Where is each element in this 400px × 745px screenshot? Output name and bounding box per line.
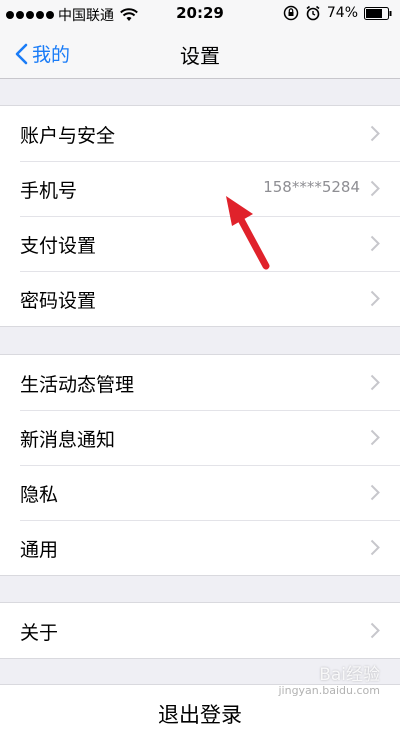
settings-group-account: 账户与安全 手机号 158****5284 支付设置 密码设置 bbox=[0, 105, 400, 327]
status-bar: 中国联通 20:29 74% bbox=[0, 0, 400, 28]
row-label: 通用 bbox=[20, 539, 59, 561]
row-label: 新消息通知 bbox=[20, 429, 116, 451]
chevron-right-icon bbox=[370, 125, 380, 142]
phone-number-value: 158****5284 bbox=[263, 178, 360, 196]
row-label: 密码设置 bbox=[20, 290, 97, 312]
row-phone-number[interactable]: 手机号 158****5284 bbox=[0, 161, 400, 216]
row-privacy[interactable]: 隐私 bbox=[0, 465, 400, 520]
row-notifications[interactable]: 新消息通知 bbox=[0, 410, 400, 465]
battery-percent: 74% bbox=[326, 5, 358, 21]
row-label: 生活动态管理 bbox=[20, 374, 135, 396]
chevron-right-icon bbox=[370, 539, 380, 556]
logout-label: 退出登录 bbox=[158, 703, 242, 727]
status-right: 74% bbox=[283, 5, 392, 21]
page-title: 设置 bbox=[180, 44, 220, 68]
row-password-settings[interactable]: 密码设置 bbox=[0, 271, 400, 326]
row-general[interactable]: 通用 bbox=[0, 520, 400, 575]
baidu-watermark-url: jingyan.baidu.com bbox=[278, 684, 380, 697]
row-about[interactable]: 关于 bbox=[0, 603, 400, 658]
row-label: 手机号 bbox=[20, 180, 78, 202]
row-payment-settings[interactable]: 支付设置 bbox=[0, 216, 400, 271]
row-account-security[interactable]: 账户与安全 bbox=[0, 106, 400, 161]
baidu-watermark: Bai经验 bbox=[319, 665, 380, 685]
chevron-right-icon bbox=[370, 180, 380, 197]
row-label: 关于 bbox=[20, 622, 59, 644]
chevron-right-icon bbox=[370, 622, 380, 639]
settings-group-general: 生活动态管理 新消息通知 隐私 通用 bbox=[0, 354, 400, 576]
row-life-moments[interactable]: 生活动态管理 bbox=[0, 355, 400, 410]
alarm-icon bbox=[306, 5, 320, 21]
battery-icon bbox=[364, 6, 392, 20]
rotation-lock-icon bbox=[283, 5, 299, 21]
row-label: 隐私 bbox=[20, 484, 59, 506]
chevron-right-icon bbox=[370, 374, 380, 391]
settings-group-about: 关于 bbox=[0, 602, 400, 659]
row-label: 支付设置 bbox=[20, 235, 97, 257]
row-label: 账户与安全 bbox=[20, 125, 116, 147]
chevron-right-icon bbox=[370, 484, 380, 501]
navigation-bar: 我的 设置 bbox=[0, 28, 400, 79]
chevron-right-icon bbox=[370, 235, 380, 252]
chevron-right-icon bbox=[370, 429, 380, 446]
chevron-right-icon bbox=[370, 290, 380, 307]
